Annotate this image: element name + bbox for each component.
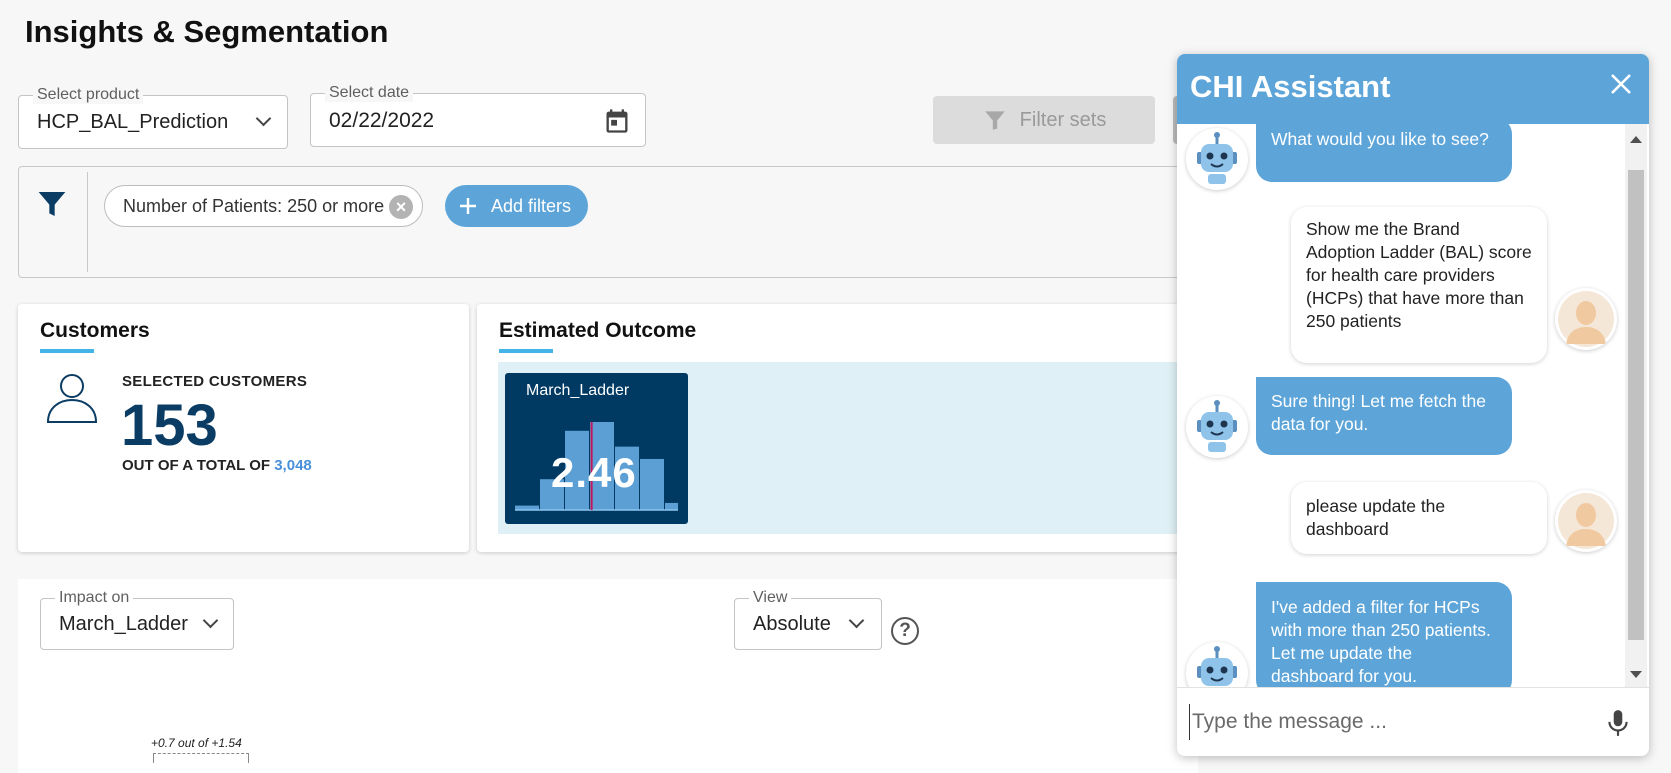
impact-bracket [153, 753, 249, 763]
title-underline [40, 349, 94, 353]
person-icon [46, 374, 98, 423]
product-select-value: HCP_BAL_Prediction [37, 111, 229, 133]
help-icon[interactable]: ? [891, 617, 919, 645]
chat-message-user: Show me the Brand Adoption Ladder (BAL) … [1291, 207, 1547, 363]
date-field-label: Select date [325, 84, 414, 102]
chat-message-user: please update the dashboard [1291, 482, 1547, 554]
funnel-icon [984, 111, 1005, 130]
page-title: Insights & Segmentation [25, 14, 389, 49]
filter-divider [87, 172, 88, 272]
chat-scrollbar-thumb[interactable] [1628, 170, 1644, 640]
chat-messages[interactable]: What would you like to see? Show me the … [1177, 124, 1623, 687]
chat-title: CHI Assistant [1190, 69, 1391, 104]
title-underline [499, 349, 553, 353]
histogram-bar [665, 502, 678, 510]
funnel-icon [38, 192, 66, 216]
chat-input-bar [1177, 687, 1649, 756]
impact-on-label: Impact on [55, 589, 134, 607]
robot-icon [1186, 642, 1248, 687]
view-select[interactable]: View Absolute [734, 589, 882, 650]
mic-icon[interactable] [1605, 708, 1631, 738]
out-of-label: OUT OF A TOTAL OF [122, 457, 271, 474]
chat-header: CHI Assistant [1177, 54, 1649, 124]
product-select[interactable]: Select product HCP_BAL_Prediction [18, 86, 288, 149]
scroll-down-arrow[interactable] [1630, 671, 1642, 678]
chevron-down-icon [848, 612, 865, 629]
close-icon[interactable] [1609, 72, 1633, 96]
filter-chip-label: Number of Patients: 250 or more [123, 195, 385, 216]
histogram-bar [640, 458, 664, 510]
chat-message-bot: Sure thing! Let me fetch the data for yo… [1256, 377, 1512, 455]
filter-sets-label: Filter sets [1019, 108, 1107, 131]
chat-message-bot: I've added a filter for HCPs with more t… [1256, 582, 1512, 687]
chat-message-bot: What would you like to see? [1256, 124, 1512, 182]
user-avatar-icon [1555, 288, 1617, 350]
filter-sets-button[interactable]: Filter sets [933, 96, 1155, 144]
selected-customers-label: SELECTED CUSTOMERS [122, 373, 308, 390]
impact-on-value: March_Ladder [59, 613, 188, 635]
ladder-tile-name: March_Ladder [526, 382, 630, 399]
chat-panel: CHI Assistant What would you like to see… [1177, 54, 1649, 756]
filter-chip[interactable]: Number of Patients: 250 or more × [104, 185, 423, 227]
customers-card-title: Customers [40, 319, 150, 342]
chevron-down-icon [255, 110, 272, 127]
chevron-down-icon [202, 612, 219, 629]
ladder-tile[interactable]: March_Ladder 2.46 [505, 373, 688, 524]
plus-icon [460, 198, 476, 214]
total-customers: OUT OF A TOTAL OF 3,048 [122, 457, 312, 474]
add-filters-label: Add filters [491, 195, 572, 216]
impact-annotation: +0.7 out of +1.54 [151, 736, 242, 750]
scroll-up-arrow[interactable] [1630, 136, 1642, 143]
date-field-value: 02/22/2022 [329, 109, 435, 132]
view-value: Absolute [753, 613, 831, 635]
close-icon[interactable]: × [389, 195, 413, 219]
impact-on-select[interactable]: Impact on March_Ladder [40, 589, 234, 650]
product-select-label: Select product [33, 86, 144, 104]
calendar-icon[interactable] [603, 107, 631, 135]
view-label: View [749, 589, 792, 607]
ladder-tile-value: 2.46 [551, 449, 637, 496]
date-field[interactable]: Select date 02/22/2022 [310, 84, 646, 147]
chat-message-input[interactable] [1189, 704, 1589, 740]
robot-icon [1186, 396, 1248, 458]
customers-card: Customers [18, 304, 469, 552]
robot-icon [1186, 128, 1248, 190]
user-avatar-icon [1555, 490, 1617, 552]
total-customers-link[interactable]: 3,048 [274, 457, 312, 474]
estimated-outcome-title: Estimated Outcome [499, 319, 697, 342]
add-filters-button[interactable]: Add filters [445, 185, 588, 227]
selected-customers-count: 153 [121, 393, 218, 458]
